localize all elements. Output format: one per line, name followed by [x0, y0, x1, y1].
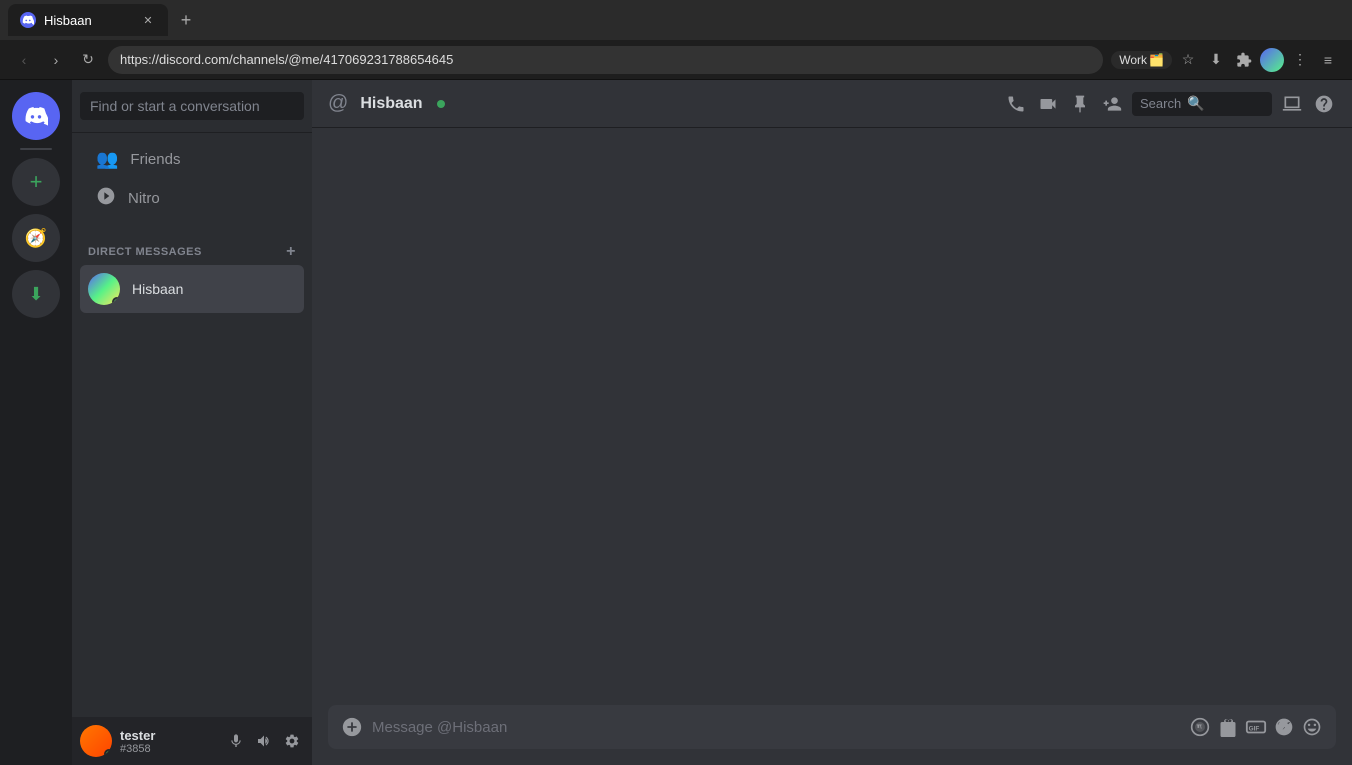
- address-bar: ‹ › ↻ https://discord.com/channels/@me/4…: [0, 40, 1352, 80]
- footer-userinfo: tester #3858: [120, 728, 216, 755]
- chat-header: @ Hisbaan: [312, 80, 1352, 128]
- chat-header-username: Hisbaan: [360, 95, 422, 113]
- dm-list: Hisbaan: [72, 265, 312, 313]
- gif-button[interactable]: GIF: [1244, 715, 1268, 739]
- profile-button[interactable]: [1260, 48, 1284, 72]
- extensions-button[interactable]: [1232, 48, 1256, 72]
- browser-chrome: Hisbaan ✕ + ‹ › ↻ https://discord.com/ch…: [0, 0, 1352, 80]
- pin-button[interactable]: [1068, 92, 1092, 116]
- tab-close-button[interactable]: ✕: [140, 12, 156, 28]
- friends-icon: 👥: [96, 149, 118, 170]
- tab-title: Hisbaan: [44, 13, 92, 28]
- nitro-emoji-button[interactable]: [1188, 715, 1212, 739]
- active-tab[interactable]: Hisbaan ✕: [8, 4, 168, 36]
- svg-text:GIF: GIF: [1249, 726, 1260, 733]
- dm-search-input[interactable]: [80, 92, 304, 120]
- discord-home-button[interactable]: [12, 92, 60, 140]
- explore-button[interactable]: 🧭: [12, 214, 60, 262]
- footer-status-indicator: [104, 749, 112, 757]
- footer-username: tester: [120, 728, 216, 743]
- voice-call-button[interactable]: [1004, 92, 1028, 116]
- chat-header-status-dot: [437, 100, 445, 108]
- chat-input-actions: GIF: [1188, 715, 1324, 739]
- hisbaan-avatar: [88, 273, 120, 305]
- work-icon: 🗂️: [1149, 53, 1164, 67]
- forward-button[interactable]: ›: [44, 48, 68, 72]
- dm-search-area: [72, 80, 312, 133]
- more-button[interactable]: ⋮: [1288, 48, 1312, 72]
- server-divider: [20, 148, 52, 150]
- help-button[interactable]: [1312, 92, 1336, 116]
- dm-section-label: DIRECT MESSAGES: [88, 246, 202, 258]
- dm-section-header: DIRECT MESSAGES +: [72, 227, 312, 265]
- download-apps-button[interactable]: ⬇: [12, 270, 60, 318]
- footer-actions: [224, 729, 304, 753]
- add-dm-button[interactable]: +: [286, 243, 296, 261]
- reload-button[interactable]: ↻: [76, 48, 100, 72]
- browser-actions: Work 🗂️ ☆ ⬇ ⋮ ≡: [1111, 48, 1340, 72]
- new-tab-button[interactable]: +: [172, 6, 200, 34]
- nitro-nav-item[interactable]: Nitro: [80, 178, 304, 219]
- chat-search-box[interactable]: Search 🔍: [1132, 92, 1272, 116]
- inbox-button[interactable]: [1280, 92, 1304, 116]
- dm-sidebar: 👥 Friends Nitro DIRECT MESSAGES +: [72, 80, 312, 765]
- dm-footer: tester #3858: [72, 717, 312, 765]
- settings-button[interactable]: [280, 729, 304, 753]
- friends-label: Friends: [130, 151, 180, 168]
- hisbaan-username: Hisbaan: [132, 281, 183, 297]
- download-button[interactable]: ⬇: [1204, 48, 1228, 72]
- chat-input-box: GIF: [328, 705, 1336, 749]
- nitro-label: Nitro: [128, 190, 160, 207]
- sticker-button[interactable]: [1272, 715, 1296, 739]
- search-icon: 🔍: [1187, 95, 1204, 112]
- deafen-button[interactable]: [252, 729, 276, 753]
- gift-button[interactable]: [1216, 715, 1240, 739]
- video-call-button[interactable]: [1036, 92, 1060, 116]
- work-label: Work: [1119, 53, 1147, 67]
- chat-input-area: GIF: [312, 705, 1352, 765]
- star-button[interactable]: ☆: [1176, 48, 1200, 72]
- work-button[interactable]: Work 🗂️: [1111, 51, 1172, 69]
- tab-favicon: [20, 12, 36, 28]
- footer-discriminator: #3858: [120, 743, 216, 755]
- chat-messages: [312, 128, 1352, 705]
- server-sidebar: + 🧭 ⬇: [0, 80, 72, 765]
- nitro-icon: [96, 186, 116, 211]
- chat-search-text: Search: [1140, 96, 1181, 111]
- chat-header-actions: Search 🔍: [1004, 92, 1336, 116]
- dm-nav: 👥 Friends Nitro: [72, 133, 312, 227]
- emoji-button[interactable]: [1300, 715, 1324, 739]
- mute-button[interactable]: [224, 729, 248, 753]
- add-server-button[interactable]: +: [12, 158, 60, 206]
- message-input[interactable]: [372, 719, 1180, 736]
- hisbaan-status-indicator: [112, 297, 120, 305]
- dm-item-hisbaan[interactable]: Hisbaan: [80, 265, 304, 313]
- url-bar[interactable]: https://discord.com/channels/@me/4170692…: [108, 46, 1103, 74]
- menu-button[interactable]: ≡: [1316, 48, 1340, 72]
- discord-app: + 🧭 ⬇ 👥 Friends Nitro DIRECT MESSAGES: [0, 80, 1352, 765]
- footer-avatar: [80, 725, 112, 757]
- back-button[interactable]: ‹: [12, 48, 36, 72]
- chat-at-icon: @: [328, 92, 348, 115]
- add-friend-button[interactable]: [1100, 92, 1124, 116]
- url-text: https://discord.com/channels/@me/4170692…: [120, 52, 453, 67]
- attach-file-button[interactable]: [340, 715, 364, 739]
- chat-area: @ Hisbaan: [312, 80, 1352, 765]
- tab-bar: Hisbaan ✕ +: [0, 0, 1352, 40]
- friends-nav-item[interactable]: 👥 Friends: [80, 141, 304, 178]
